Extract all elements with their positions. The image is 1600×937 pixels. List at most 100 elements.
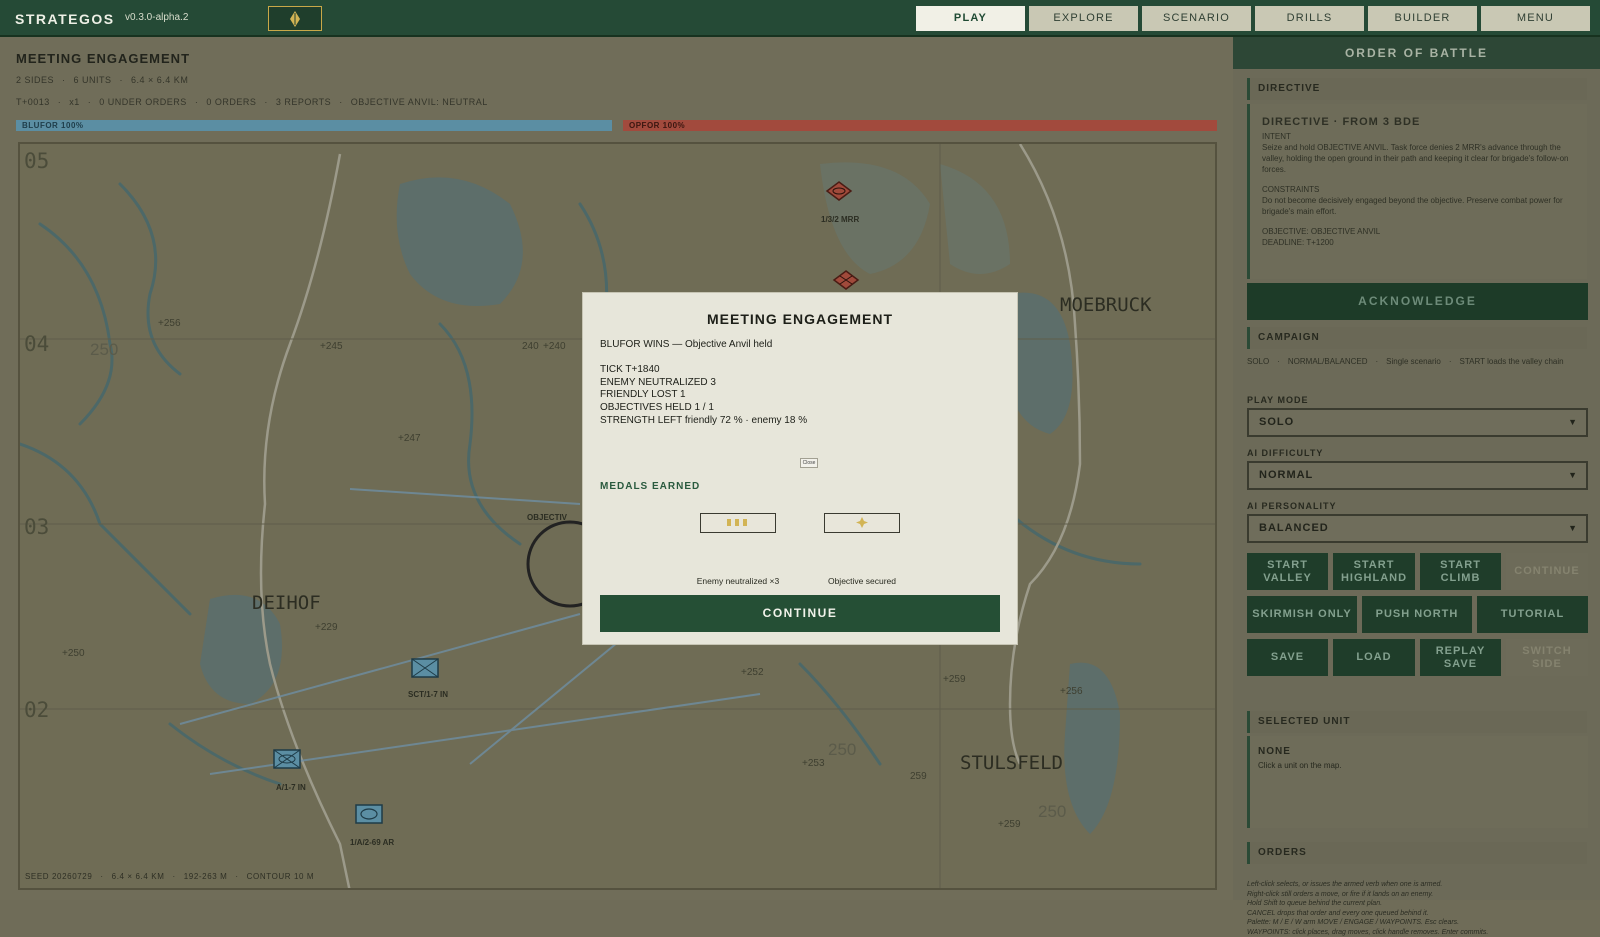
orders-help-line: Palette: M / E / W arm MOVE / ENGAGE / W… bbox=[1247, 918, 1592, 928]
grid-label-02: 02 bbox=[24, 698, 49, 722]
selected-unit-name: NONE bbox=[1258, 746, 1580, 757]
stat-objectives-held: OBJECTIVES HELD 1 / 1 bbox=[600, 402, 807, 415]
constraints-text: Do not become decisively engaged beyond … bbox=[1262, 195, 1575, 217]
start-climb-button[interactable]: START CLIMB bbox=[1420, 553, 1501, 590]
spot-height: +256 bbox=[1060, 686, 1083, 697]
blufor-infantry-icon bbox=[273, 749, 301, 769]
tutorial-button[interactable]: TUTORIAL bbox=[1477, 596, 1588, 633]
spot-height: +245 bbox=[320, 341, 343, 352]
selected-unit-card: NONE Click a unit on the map. bbox=[1247, 736, 1588, 828]
blufor-strength-bar: BLUFOR 100% bbox=[16, 120, 612, 131]
dialog-title: MEETING ENGAGEMENT bbox=[583, 311, 1017, 327]
map-seed: SEED 20260729 bbox=[25, 872, 92, 881]
campaign-section-header: CAMPAIGN bbox=[1247, 327, 1587, 349]
skirmish-only-button[interactable]: SKIRMISH ONLY bbox=[1247, 596, 1357, 633]
continue-button[interactable]: CONTINUE bbox=[600, 595, 1000, 632]
switch-side-button[interactable]: SWITCH SIDE bbox=[1506, 639, 1588, 676]
constraints-label: CONSTRAINTS bbox=[1262, 184, 1575, 195]
medal-objective-secured bbox=[824, 513, 900, 533]
status-orders: 0 ORDERS bbox=[206, 97, 256, 107]
push-north-button[interactable]: PUSH NORTH bbox=[1362, 596, 1472, 633]
stat-enemy-neutralized: ENEMY NEUTRALIZED 3 bbox=[600, 377, 807, 390]
orders-help: Left-click selects, or issues the armed … bbox=[1247, 880, 1592, 937]
play-mode-select[interactable]: SOLO ▼ bbox=[1247, 408, 1588, 437]
tab-scenario[interactable]: SCENARIO bbox=[1142, 6, 1251, 31]
tab-explore[interactable]: EXPLORE bbox=[1029, 6, 1138, 31]
tab-drills[interactable]: DRILLS bbox=[1255, 6, 1364, 31]
unit-label-1-a-2-69-ar: 1/A/2-69 AR bbox=[350, 838, 394, 847]
blufor-armor-icon bbox=[355, 804, 383, 824]
grid-label-03: 03 bbox=[24, 515, 49, 539]
replay-save-button[interactable]: REPLAY SAVE bbox=[1420, 639, 1501, 676]
play-mode-value: SOLO bbox=[1259, 416, 1294, 428]
unit-label-a-1-7-in: A/1-7 IN bbox=[276, 783, 306, 792]
campaign-hint: START loads the valley chain bbox=[1460, 357, 1564, 366]
app-brand: STRATEGOS bbox=[15, 11, 115, 27]
unit-label-sct-1-7-in: SCT/1-7 IN bbox=[408, 690, 448, 699]
orders-help-line: Hold Shift to queue behind the current p… bbox=[1247, 899, 1592, 909]
spot-height: +259 bbox=[998, 819, 1021, 830]
directive-section-header: DIRECTIVE bbox=[1247, 78, 1587, 100]
map-status-bar: SEED 20260729·6.4 × 6.4 KM·192-263 M·CON… bbox=[25, 872, 314, 881]
opfor-strength-bar: OPFOR 100% bbox=[623, 120, 1217, 131]
blufor-recon-icon bbox=[411, 658, 439, 678]
spot-height: +247 bbox=[398, 433, 421, 444]
spot-height: +256 bbox=[158, 318, 181, 329]
grid-label-05: 05 bbox=[24, 149, 49, 173]
grid-label-04: 04 bbox=[24, 332, 49, 356]
spot-height: +250 bbox=[62, 648, 85, 659]
tab-menu[interactable]: MENU bbox=[1481, 6, 1590, 31]
ai-difficulty-label: AI DIFFICULTY bbox=[1247, 448, 1323, 458]
tab-play[interactable]: PLAY bbox=[916, 6, 1025, 31]
dialog-stats: TICK T+1840 ENEMY NEUTRALIZED 3 FRIENDLY… bbox=[600, 364, 807, 428]
orders-help-line: Right-click still orders a move, or fire… bbox=[1247, 890, 1592, 900]
meta-size: 6.4 × 6.4 KM bbox=[131, 75, 188, 85]
medal-enemy-neutralized bbox=[700, 513, 776, 533]
campaign-mode: SOLO bbox=[1247, 357, 1269, 366]
intent-label: INTENT bbox=[1262, 131, 1575, 142]
opfor-mech-icon bbox=[825, 180, 853, 202]
stat-friendly-lost: FRIENDLY LOST 1 bbox=[600, 389, 807, 402]
dialog-result: BLUFOR WINS — Objective Anvil held bbox=[600, 339, 772, 350]
acknowledge-button[interactable]: ACKNOWLEDGE bbox=[1247, 283, 1588, 320]
tab-builder[interactable]: BUILDER bbox=[1368, 6, 1477, 31]
map-elevation: 192-263 M bbox=[184, 872, 228, 881]
faction-logo-button[interactable] bbox=[268, 6, 322, 31]
ai-difficulty-select[interactable]: NORMAL ▼ bbox=[1247, 461, 1588, 490]
place-stulsfeld: STULSFELD bbox=[960, 752, 1063, 774]
contour-label: 250 bbox=[90, 340, 118, 360]
meta-units: 6 UNITS bbox=[74, 75, 112, 85]
orders-section-header: ORDERS bbox=[1247, 842, 1587, 864]
chevron-down-icon: ▼ bbox=[1568, 463, 1578, 488]
spot-height: 240 bbox=[522, 341, 539, 352]
ai-personality-label: AI PERSONALITY bbox=[1247, 501, 1337, 511]
medals-heading: MEDALS EARNED bbox=[600, 481, 700, 492]
directive-deadline: DEADLINE: T+1200 bbox=[1262, 237, 1575, 248]
orders-help-line: CANCEL drops that order and every one qu… bbox=[1247, 909, 1592, 919]
selected-unit-hint: Click a unit on the map. bbox=[1258, 761, 1580, 770]
play-mode-label: PLAY MODE bbox=[1247, 395, 1309, 405]
spot-height: +229 bbox=[315, 622, 338, 633]
load-button[interactable]: LOAD bbox=[1333, 639, 1415, 676]
star-cross-icon bbox=[825, 514, 901, 532]
ai-personality-value: BALANCED bbox=[1259, 522, 1329, 534]
start-highland-button[interactable]: START HIGHLAND bbox=[1333, 553, 1415, 590]
chevron-down-icon: ▼ bbox=[1568, 516, 1578, 541]
place-deihof: DEIHOF bbox=[252, 592, 321, 614]
contour-label: 250 bbox=[828, 740, 856, 760]
status-reports: 3 REPORTS bbox=[276, 97, 331, 107]
ai-difficulty-value: NORMAL bbox=[1259, 469, 1313, 481]
continue-campaign-button[interactable]: CONTINUE bbox=[1506, 553, 1588, 590]
start-valley-button[interactable]: START VALLEY bbox=[1247, 553, 1328, 590]
status-tick: T+0013 bbox=[16, 97, 50, 107]
ribbon-bars-icon bbox=[701, 514, 777, 532]
selected-unit-section-header: SELECTED UNIT bbox=[1247, 711, 1587, 733]
leaf-emblem-icon bbox=[289, 11, 301, 27]
order-of-battle-panel: ORDER OF BATTLE DIRECTIVE DIRECTIVE · FR… bbox=[1233, 37, 1600, 900]
status-speed: x1 bbox=[69, 97, 80, 107]
save-button[interactable]: SAVE bbox=[1247, 639, 1328, 676]
unit-label-1-3-2-mrr: 1/3/2 MRR bbox=[821, 215, 859, 224]
close-button[interactable]: Close bbox=[800, 458, 818, 468]
campaign-type: Single scenario bbox=[1386, 357, 1441, 366]
ai-personality-select[interactable]: BALANCED ▼ bbox=[1247, 514, 1588, 543]
